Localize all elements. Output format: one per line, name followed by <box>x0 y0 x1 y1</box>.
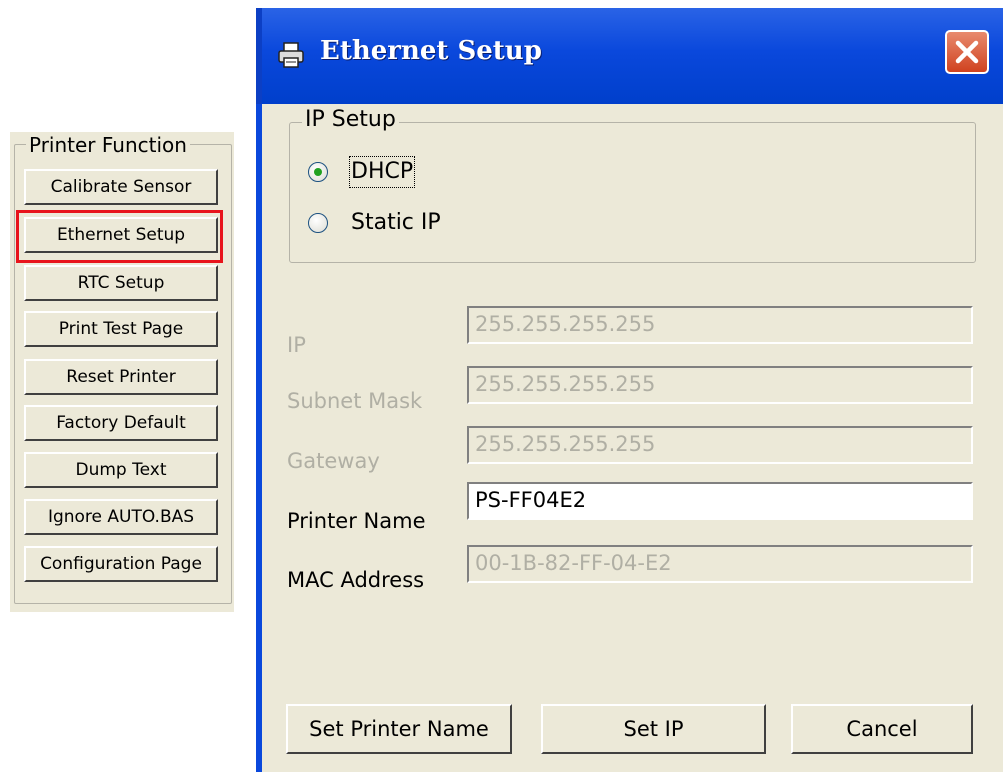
ignore-auto-bas-button[interactable]: Ignore AUTO.BAS <box>24 499 218 535</box>
print-test-page-button[interactable]: Print Test Page <box>24 311 218 347</box>
dump-text-button[interactable]: Dump Text <box>24 452 218 488</box>
gateway-field[interactable]: 255.255.255.255 <box>467 426 973 464</box>
printer-name-field[interactable]: PS-FF04E2 <box>467 482 973 520</box>
dhcp-radio[interactable] <box>308 162 328 182</box>
reset-printer-button[interactable]: Reset Printer <box>24 359 218 395</box>
calibrate-sensor-button[interactable]: Calibrate Sensor <box>24 169 218 205</box>
printer-function-title: Printer Function <box>26 133 190 157</box>
ip-field[interactable]: 255.255.255.255 <box>467 306 973 344</box>
set-printer-name-button[interactable]: Set Printer Name <box>286 704 512 754</box>
static-ip-radio[interactable] <box>308 213 328 233</box>
dialog-title: Ethernet Setup <box>320 36 542 66</box>
configuration-page-button[interactable]: Configuration Page <box>24 546 218 582</box>
gateway-label: Gateway <box>287 449 380 473</box>
dhcp-label[interactable]: DHCP <box>348 156 416 188</box>
ip-setup-group <box>289 122 976 263</box>
static-ip-label[interactable]: Static IP <box>351 209 441 237</box>
close-icon <box>955 40 979 64</box>
ip-label: IP <box>287 333 306 357</box>
dialog-titlebar: Ethernet Setup <box>256 8 1003 104</box>
rtc-setup-button[interactable]: RTC Setup <box>24 265 218 301</box>
mac-address-field[interactable]: 00-1B-82-FF-04-E2 <box>467 545 973 583</box>
set-ip-button[interactable]: Set IP <box>541 704 766 754</box>
ethernet-setup-highlight <box>16 210 223 263</box>
mac-address-label: MAC Address <box>287 568 425 592</box>
printer-icon <box>278 42 304 68</box>
factory-default-button[interactable]: Factory Default <box>24 405 218 441</box>
subnet-mask-label: Subnet Mask <box>287 389 423 413</box>
subnet-mask-field[interactable]: 255.255.255.255 <box>467 366 973 404</box>
close-button[interactable] <box>945 30 989 74</box>
cancel-button[interactable]: Cancel <box>791 704 973 754</box>
printer-name-label: Printer Name <box>287 509 426 533</box>
ip-setup-legend: IP Setup <box>302 106 399 134</box>
